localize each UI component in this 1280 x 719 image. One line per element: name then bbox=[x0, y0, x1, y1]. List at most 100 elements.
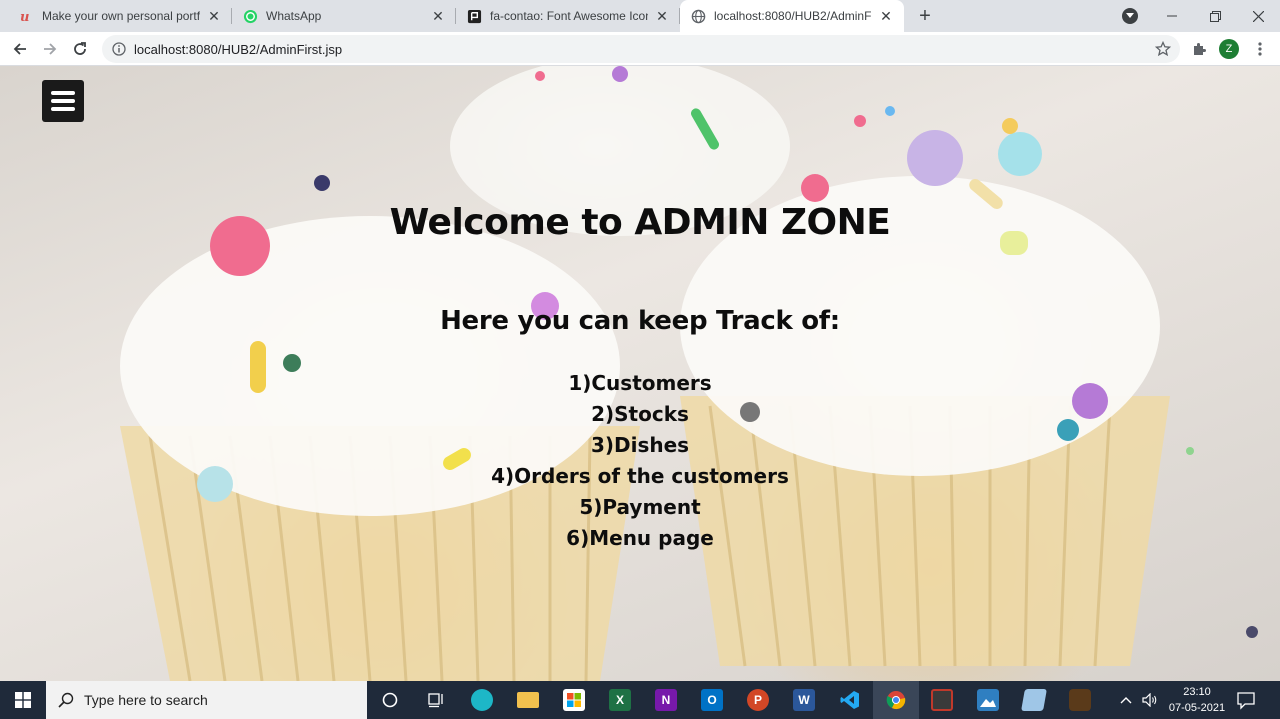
close-icon[interactable]: ✕ bbox=[430, 8, 446, 24]
back-arrow-icon bbox=[13, 43, 26, 55]
track-item-menu-page: 6)Menu page bbox=[566, 526, 714, 550]
taskbar-app-media[interactable] bbox=[919, 681, 965, 719]
whatsapp-icon bbox=[242, 8, 258, 24]
tab-whatsapp[interactable]: WhatsApp ✕ bbox=[232, 0, 456, 32]
udemy-icon: u bbox=[18, 8, 34, 24]
browser-toolbar: localhost:8080/HUB2/AdminFirst.jsp Z bbox=[0, 32, 1280, 66]
folder-icon bbox=[517, 692, 539, 708]
track-item-dishes: 3)Dishes bbox=[590, 433, 690, 457]
photos-icon bbox=[977, 689, 999, 711]
search-placeholder: Type here to search bbox=[84, 692, 208, 708]
taskbar-clock[interactable]: 23:10 07-05-2021 bbox=[1168, 684, 1226, 716]
address-bar[interactable]: localhost:8080/HUB2/AdminFirst.jsp bbox=[102, 35, 1180, 63]
minimize-button[interactable] bbox=[1150, 0, 1194, 32]
hamburger-bar bbox=[51, 91, 75, 95]
tab-udemy[interactable]: u Make your own personal portfoli ✕ bbox=[8, 0, 232, 32]
taskbar-app-store[interactable] bbox=[551, 681, 597, 719]
taskbar-app-onenote[interactable]: N bbox=[643, 681, 689, 719]
reload-icon bbox=[74, 42, 86, 55]
notification-icon bbox=[1237, 692, 1255, 710]
notepad-icon bbox=[1021, 689, 1047, 711]
bookmark-star-button[interactable] bbox=[1150, 36, 1176, 62]
new-tab-button[interactable]: + bbox=[914, 5, 936, 27]
taskbar-app-edge[interactable] bbox=[459, 681, 505, 719]
taskbar-app-chrome[interactable] bbox=[873, 681, 919, 719]
font-awesome-icon bbox=[466, 8, 482, 24]
reload-button[interactable] bbox=[67, 36, 93, 62]
close-icon[interactable]: ✕ bbox=[206, 8, 222, 24]
taskbar-app-game[interactable] bbox=[1057, 681, 1103, 719]
puzzle-icon bbox=[1194, 43, 1206, 55]
tab-title: Make your own personal portfoli bbox=[42, 9, 200, 23]
track-item-payment: 5)Payment bbox=[579, 495, 701, 519]
word-icon: W bbox=[793, 689, 815, 711]
cortana-button[interactable] bbox=[367, 681, 413, 719]
tab-strip: u Make your own personal portfoli ✕ What… bbox=[0, 0, 1280, 32]
clock-date: 07-05-2021 bbox=[1168, 702, 1226, 714]
page-title: Welcome to ADMIN ZONE bbox=[389, 202, 891, 243]
globe-icon bbox=[690, 8, 706, 24]
track-item-stocks: 2)Stocks bbox=[591, 402, 689, 426]
taskbar-app-excel[interactable]: X bbox=[597, 681, 643, 719]
task-view-icon bbox=[428, 693, 443, 708]
track-item-orders: 4)Orders of the customers bbox=[491, 464, 789, 488]
forward-button[interactable] bbox=[37, 36, 63, 62]
cortana-icon bbox=[382, 692, 398, 708]
menu-toggle-button[interactable] bbox=[42, 80, 84, 122]
hamburger-bar bbox=[51, 99, 75, 103]
onenote-icon: N bbox=[655, 689, 677, 711]
tab-search-icon[interactable] bbox=[1122, 8, 1138, 24]
taskbar-app-notepad[interactable] bbox=[1011, 681, 1057, 719]
kebab-menu-icon bbox=[1258, 42, 1262, 56]
notification-button[interactable] bbox=[1236, 690, 1256, 710]
tab-title: fa-contao: Font Awesome Icons bbox=[490, 9, 648, 23]
outlook-icon: O bbox=[701, 689, 723, 711]
taskbar-app-powerpoint[interactable]: P bbox=[735, 681, 781, 719]
windows-logo-icon bbox=[15, 692, 31, 708]
forward-arrow-icon bbox=[44, 43, 57, 55]
excel-icon: X bbox=[609, 689, 631, 711]
game-icon bbox=[1069, 689, 1091, 711]
track-item-customers: 1)Customers bbox=[568, 371, 712, 395]
taskbar-app-vscode[interactable] bbox=[827, 681, 873, 719]
edge-icon bbox=[471, 689, 493, 711]
task-view-button[interactable] bbox=[413, 681, 459, 719]
system-tray bbox=[1120, 681, 1158, 719]
taskbar-app-outlook[interactable]: O bbox=[689, 681, 735, 719]
admin-page: Welcome to ADMIN ZONE Here you can keep … bbox=[0, 66, 1280, 681]
close-window-button[interactable] bbox=[1236, 0, 1280, 32]
close-icon[interactable]: ✕ bbox=[878, 8, 894, 24]
track-heading: Here you can keep Track of: bbox=[440, 306, 840, 336]
restore-button[interactable] bbox=[1193, 0, 1237, 32]
tab-admin-first[interactable]: localhost:8080/HUB2/AdminFirst ✕ bbox=[680, 0, 904, 32]
volume-icon[interactable] bbox=[1142, 693, 1158, 707]
info-icon[interactable] bbox=[112, 42, 126, 56]
taskbar-app-word[interactable]: W bbox=[781, 681, 827, 719]
start-button[interactable] bbox=[0, 681, 46, 719]
tab-title: localhost:8080/HUB2/AdminFirst bbox=[714, 9, 872, 23]
tab-font-awesome[interactable]: fa-contao: Font Awesome Icons ✕ bbox=[456, 0, 680, 32]
taskbar: Type here to search X N O P W 23:10 07-0… bbox=[0, 681, 1280, 719]
taskbar-app-file-explorer[interactable] bbox=[505, 681, 551, 719]
chevron-up-icon[interactable] bbox=[1120, 696, 1132, 704]
browser-menu-button[interactable] bbox=[1247, 36, 1273, 62]
hamburger-bar bbox=[51, 107, 75, 111]
profile-avatar[interactable]: Z bbox=[1219, 39, 1239, 59]
star-icon bbox=[1155, 41, 1171, 57]
chrome-icon bbox=[886, 691, 906, 710]
extensions-button[interactable] bbox=[1186, 36, 1212, 62]
track-list: 1)Customers 2)Stocks 3)Dishes 4)Orders o… bbox=[0, 368, 1280, 554]
taskbar-app-photos[interactable] bbox=[965, 681, 1011, 719]
svg-text:u: u bbox=[20, 10, 29, 23]
store-icon bbox=[563, 689, 585, 711]
search-icon bbox=[58, 692, 74, 708]
taskbar-search[interactable]: Type here to search bbox=[46, 681, 367, 719]
close-icon[interactable]: ✕ bbox=[654, 8, 670, 24]
powerpoint-icon: P bbox=[747, 689, 769, 711]
tab-title: WhatsApp bbox=[266, 9, 322, 23]
vscode-icon bbox=[840, 691, 859, 709]
url-text[interactable]: localhost:8080/HUB2/AdminFirst.jsp bbox=[134, 42, 342, 57]
media-icon bbox=[931, 689, 953, 711]
clock-time: 23:10 bbox=[1183, 686, 1211, 698]
back-button[interactable] bbox=[7, 36, 33, 62]
